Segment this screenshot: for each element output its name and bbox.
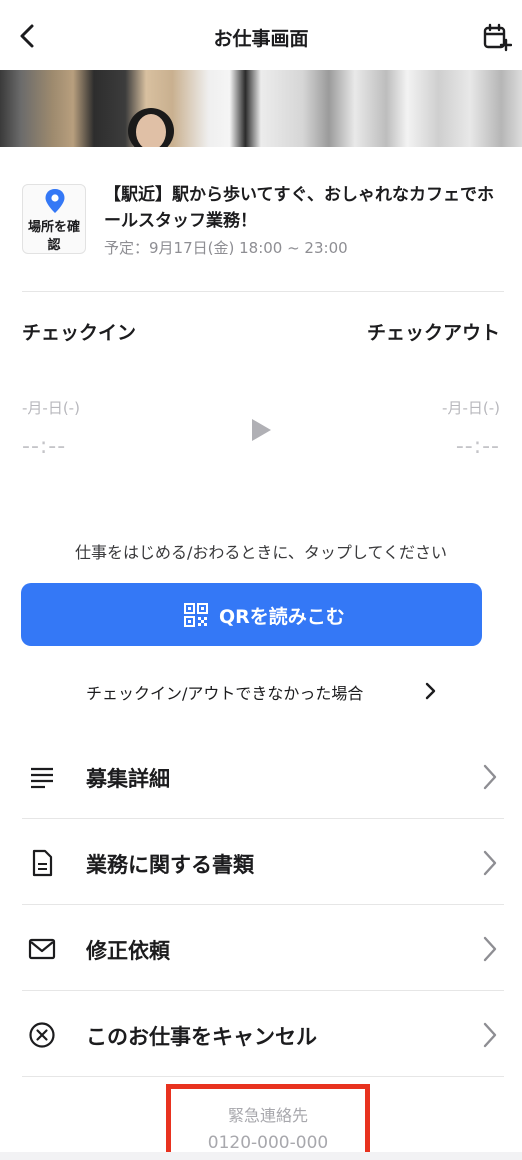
job-summary: 場所を確認 【駅近】駅から歩いてすぐ、おしゃれなカフェでホールスタッフ業務！ 予… xyxy=(22,182,502,272)
document-icon xyxy=(32,849,53,877)
divider xyxy=(22,1076,504,1077)
checkin-failed-link[interactable]: チェックイン/アウトできなかった場合 xyxy=(86,680,436,703)
menu-item-job-details[interactable]: 募集詳細 xyxy=(22,733,504,819)
chevron-right-icon xyxy=(483,1022,497,1048)
list-icon xyxy=(31,767,53,789)
app-header: お仕事画面 xyxy=(0,0,522,70)
qr-code-icon xyxy=(184,603,208,627)
checkout-date: -月-日(-) xyxy=(442,399,500,417)
check-location-label: 場所を確認 xyxy=(27,220,80,253)
chevron-right-icon xyxy=(425,682,436,700)
checkout-label: チェックアウト xyxy=(366,322,500,344)
calendar-add-icon[interactable] xyxy=(482,22,512,52)
mail-icon xyxy=(28,938,56,960)
bottom-edge xyxy=(0,1152,522,1160)
checkin-hint: 仕事をはじめる/おわるときに、タップしてください xyxy=(75,543,447,562)
menu-item-label: 募集詳細 xyxy=(86,767,170,791)
page-title: お仕事画面 xyxy=(213,28,309,50)
emergency-contact[interactable]: 緊急連絡先 0120-000-000 xyxy=(166,1084,370,1160)
menu-item-label: このお仕事をキャンセル xyxy=(86,1025,317,1049)
checkin-failed-label: チェックイン/アウトできなかった場合 xyxy=(86,684,364,703)
emergency-contact-label: 緊急連絡先 xyxy=(227,1106,308,1125)
job-photo-banner xyxy=(0,70,522,147)
menu-item-label: 修正依頼 xyxy=(86,939,170,963)
menu-item-correction-request[interactable]: 修正依頼 xyxy=(22,905,504,991)
menu-item-cancel-job[interactable]: このお仕事をキャンセル xyxy=(22,991,504,1077)
chevron-right-icon xyxy=(483,850,497,876)
chevron-right-icon xyxy=(483,936,497,962)
menu-item-documents[interactable]: 業務に関する書類 xyxy=(22,819,504,905)
job-title: 【駅近】駅から歩いてすぐ、おしゃれなカフェでホールスタッフ業務！ xyxy=(104,185,494,231)
chevron-right-icon xyxy=(483,764,497,790)
emergency-contact-phone[interactable]: 0120-000-000 xyxy=(171,1133,365,1153)
play-arrow-icon xyxy=(252,419,271,441)
scan-qr-label: QRを読みこむ xyxy=(219,606,345,628)
checkin-date: -月-日(-) xyxy=(22,399,80,417)
map-pin-icon xyxy=(45,189,65,213)
divider xyxy=(22,291,504,292)
check-location-button[interactable]: 場所を確認 xyxy=(22,184,86,254)
photo-person-face xyxy=(136,114,166,147)
checkout-time: --:-- xyxy=(455,434,500,459)
checkin-label: チェックイン xyxy=(22,322,137,344)
cancel-circle-icon xyxy=(29,1022,55,1048)
checkin-time: --:-- xyxy=(22,434,67,459)
scan-qr-button[interactable]: QRを読みこむ xyxy=(21,583,482,646)
job-schedule: 予定：9月17日(金) 18:00 ~ 23:00 xyxy=(104,239,348,257)
menu-item-label: 業務に関する書類 xyxy=(86,853,254,877)
